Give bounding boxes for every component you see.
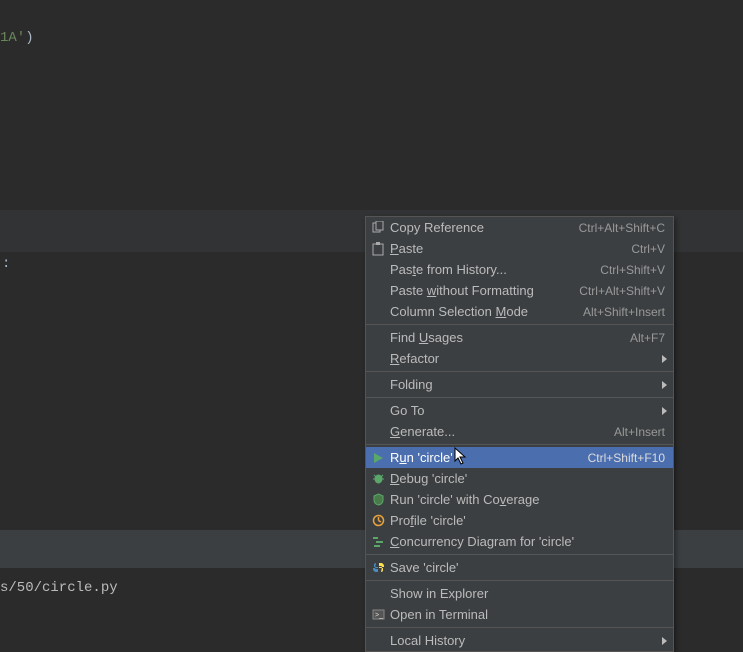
menu-separator [366, 397, 673, 398]
menu-find-usages[interactable]: Find Usages Alt+F7 [366, 327, 673, 348]
menu-label: Paste [390, 241, 631, 256]
menu-separator [366, 554, 673, 555]
paste-icon [370, 241, 386, 257]
copy-icon [370, 220, 386, 236]
colon-fragment: : [2, 256, 10, 272]
console-path: s/50/circle.py [0, 580, 118, 596]
menu-local-history[interactable]: Local History [366, 630, 673, 651]
menu-separator [366, 627, 673, 628]
menu-label: Run 'circle' [390, 450, 588, 465]
bug-icon [370, 471, 386, 487]
svg-text:>_: >_ [375, 612, 383, 619]
menu-label: Refactor [390, 351, 665, 366]
python-icon [370, 560, 386, 576]
menu-label: Debug 'circle' [390, 471, 665, 486]
menu-label: Show in Explorer [390, 586, 665, 601]
menu-separator [366, 324, 673, 325]
menu-refactor[interactable]: Refactor [366, 348, 673, 369]
chevron-right-icon [662, 407, 667, 415]
menu-save[interactable]: Save 'circle' [366, 557, 673, 578]
menu-label: Paste from History... [390, 262, 600, 277]
code-fragment: 1A') [0, 30, 34, 46]
menu-column-mode[interactable]: Column Selection Mode Alt+Shift+Insert [366, 301, 673, 322]
menu-profile[interactable]: Profile 'circle' [366, 510, 673, 531]
menu-run[interactable]: Run 'circle' Ctrl+Shift+F10 [366, 447, 673, 468]
menu-open-terminal[interactable]: >_ Open in Terminal [366, 604, 673, 625]
menu-shortcut: Alt+Shift+Insert [583, 305, 665, 319]
coverage-icon [370, 492, 386, 508]
context-menu: Copy Reference Ctrl+Alt+Shift+C Paste Ct… [365, 216, 674, 652]
menu-label: Generate... [390, 424, 614, 439]
menu-separator [366, 580, 673, 581]
menu-label: Folding [390, 377, 665, 392]
menu-show-explorer[interactable]: Show in Explorer [366, 583, 673, 604]
menu-generate[interactable]: Generate... Alt+Insert [366, 421, 673, 442]
menu-shortcut: Ctrl+Shift+V [600, 263, 665, 277]
menu-paste[interactable]: Paste Ctrl+V [366, 238, 673, 259]
menu-label: Save 'circle' [390, 560, 665, 575]
menu-separator [366, 444, 673, 445]
menu-debug[interactable]: Debug 'circle' [366, 468, 673, 489]
terminal-icon: >_ [370, 607, 386, 623]
menu-shortcut: Ctrl+Alt+Shift+C [579, 221, 665, 235]
menu-goto[interactable]: Go To [366, 400, 673, 421]
menu-label: Find Usages [390, 330, 630, 345]
profiler-icon [370, 513, 386, 529]
chevron-right-icon [662, 637, 667, 645]
menu-separator [366, 371, 673, 372]
menu-paste-history[interactable]: Paste from History... Ctrl+Shift+V [366, 259, 673, 280]
menu-shortcut: Alt+F7 [630, 331, 665, 345]
menu-label: Column Selection Mode [390, 304, 583, 319]
menu-concurrency[interactable]: Concurrency Diagram for 'circle' [366, 531, 673, 552]
menu-label: Run 'circle' with Coverage [390, 492, 665, 507]
menu-shortcut: Ctrl+V [631, 242, 665, 256]
chevron-right-icon [662, 381, 667, 389]
code-editor[interactable]: 1A') [0, 0, 743, 210]
menu-shortcut: Ctrl+Alt+Shift+V [579, 284, 665, 298]
menu-label: Paste without Formatting [390, 283, 579, 298]
menu-label: Profile 'circle' [390, 513, 665, 528]
menu-label: Concurrency Diagram for 'circle' [390, 534, 665, 549]
menu-coverage[interactable]: Run 'circle' with Coverage [366, 489, 673, 510]
menu-shortcut: Ctrl+Shift+F10 [588, 451, 665, 465]
play-icon [370, 450, 386, 466]
chevron-right-icon [662, 355, 667, 363]
concurrency-icon [370, 534, 386, 550]
menu-shortcut: Alt+Insert [614, 425, 665, 439]
menu-label: Go To [390, 403, 665, 418]
menu-copy-reference[interactable]: Copy Reference Ctrl+Alt+Shift+C [366, 217, 673, 238]
menu-label: Copy Reference [390, 220, 579, 235]
menu-paste-plain[interactable]: Paste without Formatting Ctrl+Alt+Shift+… [366, 280, 673, 301]
menu-folding[interactable]: Folding [366, 374, 673, 395]
menu-label: Local History [390, 633, 665, 648]
menu-label: Open in Terminal [390, 607, 665, 622]
